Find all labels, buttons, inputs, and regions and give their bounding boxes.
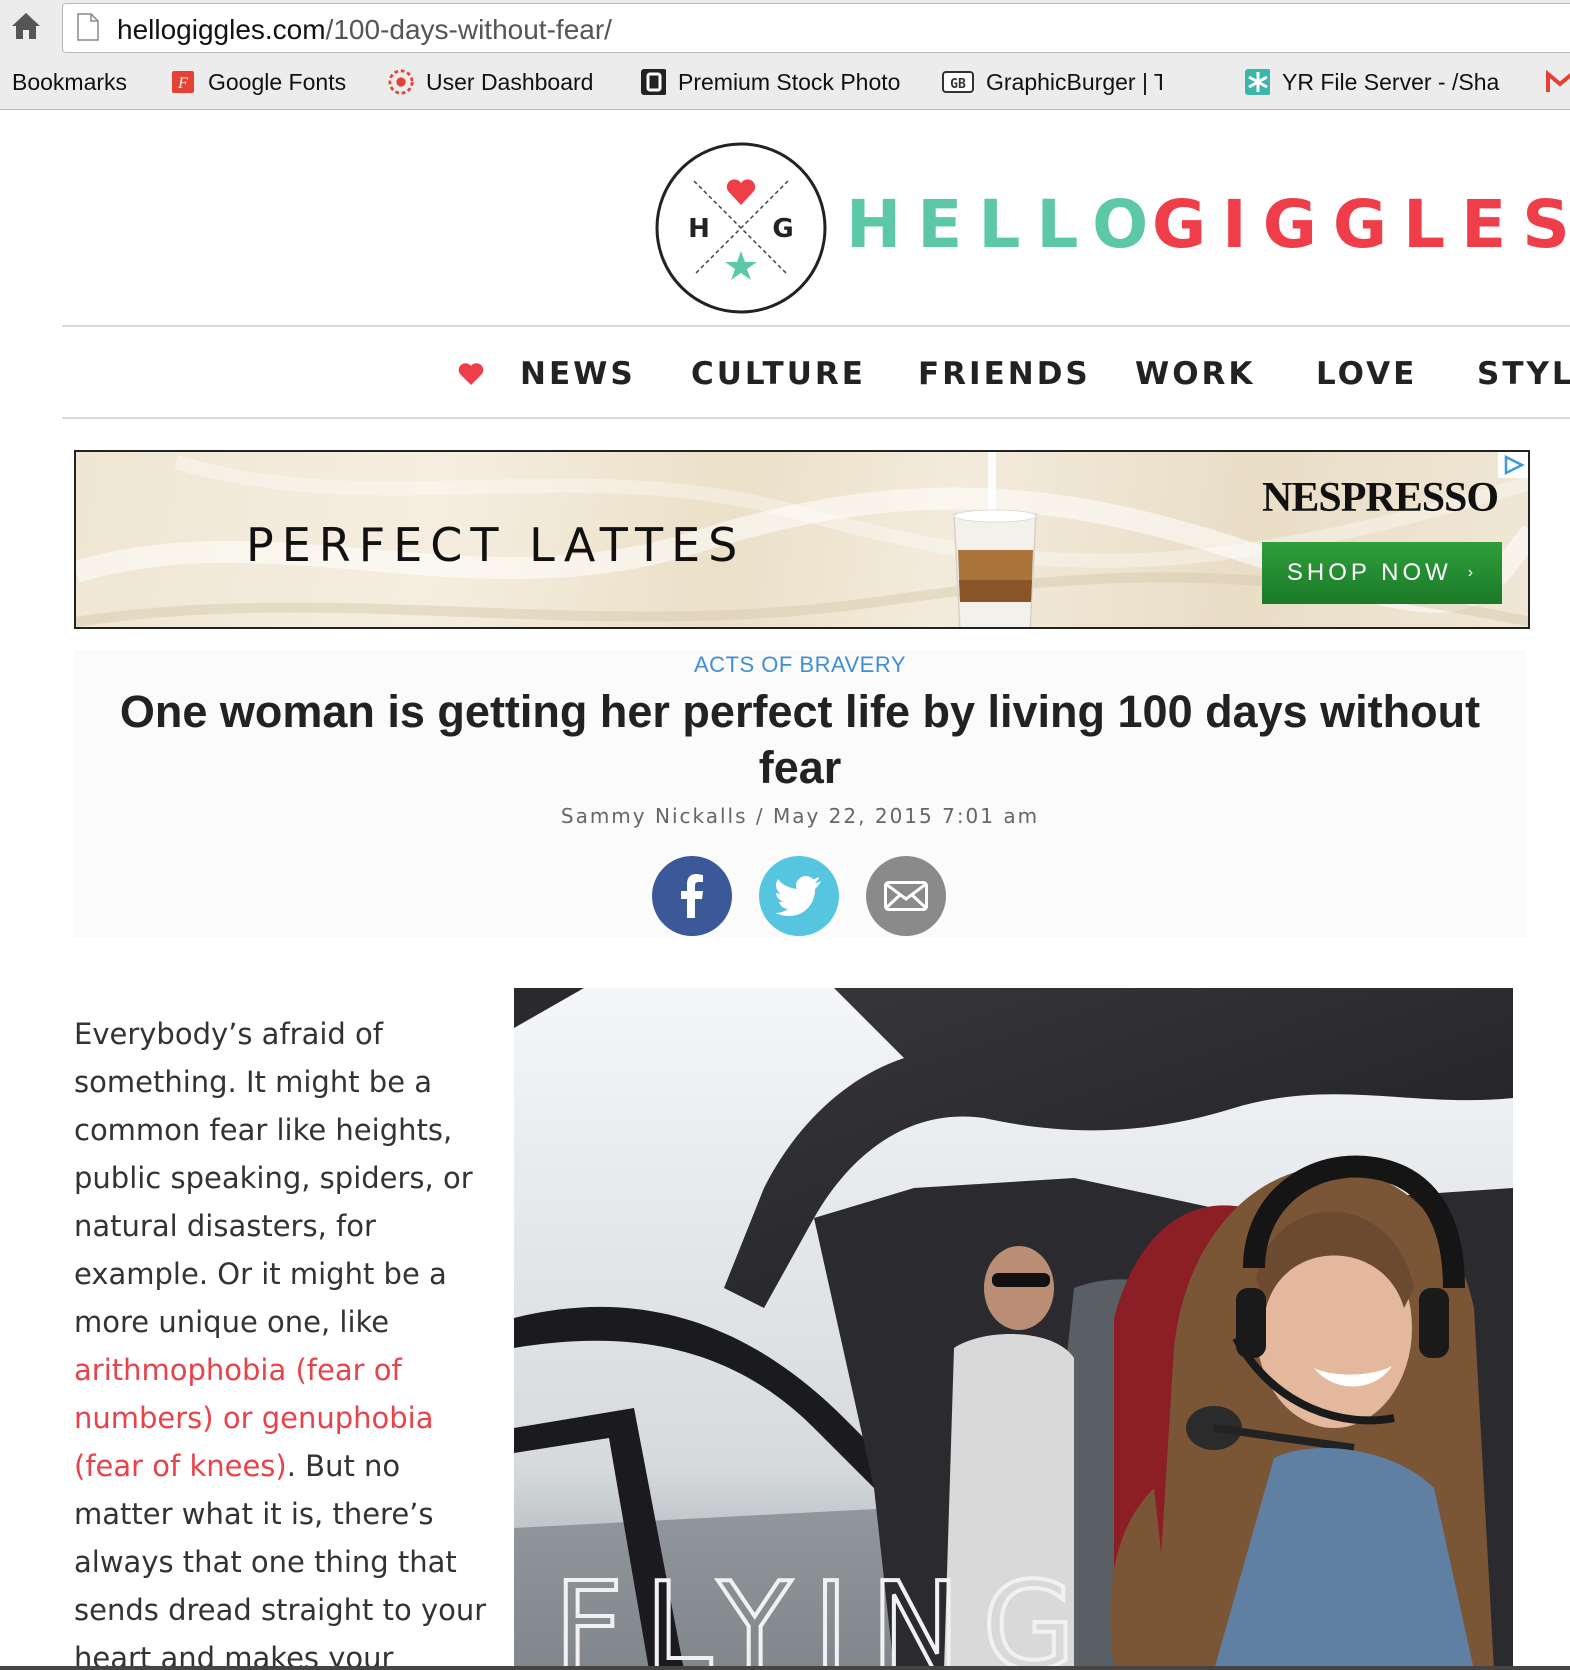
- facebook-share-button[interactable]: [652, 856, 732, 936]
- body-text-start: Everybody’s afraid of something. It migh…: [74, 1017, 473, 1339]
- envelope-icon: [884, 881, 928, 911]
- heart-icon[interactable]: [457, 362, 485, 386]
- graphicburger-icon: GB: [942, 69, 974, 95]
- browser-toolbar: hellogiggles.com/100-days-without-fear/ …: [0, 0, 1570, 110]
- address-bar[interactable]: hellogiggles.com/100-days-without-fear/: [62, 3, 1570, 53]
- bookmark-yr-file-server[interactable]: YR File Server - /Sha: [1244, 62, 1512, 102]
- google-fonts-icon: F: [170, 69, 196, 95]
- page-icon: [77, 13, 99, 41]
- window-bottom-edge: [0, 1666, 1570, 1670]
- article-category[interactable]: ACTS OF BRAVERY: [74, 652, 1526, 678]
- bookmarks-bar: Bookmarks F Google Fonts User Dashboard …: [0, 62, 1570, 102]
- nav-friends[interactable]: FRIENDS: [918, 356, 1091, 392]
- latte-glass-image: [936, 452, 1046, 627]
- photo-caption: FLYING: [554, 1558, 1097, 1670]
- url-text[interactable]: hellogiggles.com/100-days-without-fear/: [117, 14, 612, 46]
- home-icon[interactable]: [10, 10, 42, 42]
- adchoices-icon[interactable]: [1498, 452, 1528, 478]
- article-header: ACTS OF BRAVERY One woman is getting her…: [74, 650, 1526, 938]
- bookmark-label: Premium Stock Photo: [678, 68, 901, 95]
- bookmark-gmail[interactable]: [1546, 62, 1570, 102]
- logo-hello-text[interactable]: HELLO: [846, 190, 1164, 260]
- svg-text:F: F: [177, 75, 188, 92]
- bookmark-label: GraphicBurger | Tasty: [986, 68, 1162, 95]
- twitter-share-button[interactable]: [759, 856, 839, 936]
- logo-giggles-text[interactable]: GIGGLES: [1152, 190, 1570, 260]
- nav-style[interactable]: STYLE: [1477, 356, 1570, 392]
- stock-photo-icon: [640, 69, 666, 95]
- bookmarks-menu[interactable]: Bookmarks: [12, 62, 127, 102]
- twitter-icon: [776, 876, 821, 916]
- nav-culture[interactable]: CULTURE: [691, 356, 866, 392]
- ad-brand-logo: NESPRESSO: [1262, 475, 1499, 521]
- bookmark-user-dashboard[interactable]: User Dashboard: [388, 62, 593, 102]
- svg-text:GB: GB: [950, 77, 966, 92]
- bookmark-label: YR File Server - /Sha: [1282, 68, 1500, 95]
- logo-letter-h: H: [688, 214, 710, 244]
- bookmark-graphicburger[interactable]: GB GraphicBurger | Tasty: [942, 62, 1162, 102]
- article-hero-image[interactable]: FLYING: [514, 988, 1513, 1670]
- nav-news[interactable]: NEWS: [520, 356, 636, 392]
- dashboard-icon: [388, 69, 414, 95]
- bookmark-google-fonts[interactable]: F Google Fonts: [170, 62, 346, 102]
- bookmark-label: Google Fonts: [208, 68, 347, 95]
- helicopter-cockpit-photo: FLYING: [514, 988, 1513, 1670]
- article-byline: Sammy Nickalls / May 22, 2015 7:01 am: [560, 804, 1040, 828]
- url-path: /100-days-without-fear/: [325, 14, 612, 45]
- ad-headline: PERFECT LATTES: [246, 518, 746, 572]
- shop-now-label: SHOP NOW: [1286, 559, 1452, 586]
- gmail-icon: [1546, 69, 1570, 95]
- bookmarks-label: Bookmarks: [12, 68, 128, 95]
- article-body: Everybody’s afraid of something. It migh…: [74, 1010, 494, 1670]
- nav-love[interactable]: LOVE: [1316, 356, 1417, 392]
- main-nav: NEWS CULTURE FRIENDS WORK LOVE STYLE: [0, 350, 1570, 398]
- header-divider: [62, 325, 1570, 327]
- url-domain: hellogiggles.com: [117, 14, 326, 45]
- logo-letter-g: G: [772, 214, 793, 244]
- chevron-right-icon: ›: [1467, 564, 1478, 581]
- shop-now-button[interactable]: SHOP NOW ›: [1262, 542, 1502, 604]
- nav-divider: [62, 417, 1570, 419]
- nespresso-ad-banner[interactable]: PERFECT LATTES NESPRESSO SHOP NOW ›: [74, 450, 1530, 629]
- bookmark-label: User Dashboard: [426, 68, 594, 95]
- email-share-button[interactable]: [866, 856, 946, 936]
- file-server-icon: [1244, 69, 1270, 95]
- facebook-icon: [681, 874, 703, 918]
- site-logo[interactable]: H G: [654, 141, 828, 315]
- article-title: One woman is getting her perfect life by…: [119, 686, 1481, 793]
- bookmark-premium-stock[interactable]: Premium Stock Photo: [640, 62, 910, 102]
- nav-work[interactable]: WORK: [1135, 356, 1255, 392]
